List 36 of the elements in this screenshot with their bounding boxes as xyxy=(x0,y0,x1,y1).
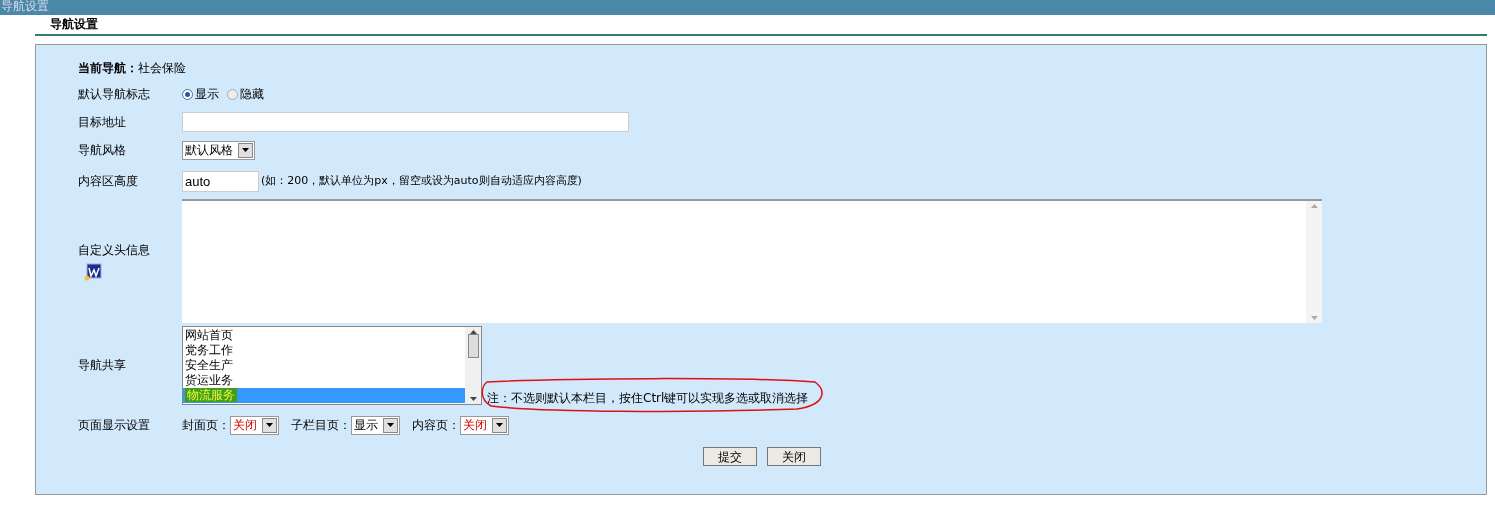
top-bar: 导航设置 xyxy=(0,0,1495,15)
radio-option[interactable]: 显示 xyxy=(182,85,219,103)
scroll-down-icon[interactable] xyxy=(469,396,477,401)
list-option[interactable]: 党务工作 xyxy=(183,342,465,358)
scrollbar[interactable] xyxy=(465,326,481,404)
form-button[interactable]: 关闭 xyxy=(767,447,821,466)
editor-icon[interactable] xyxy=(84,263,102,281)
field-label: 导航共享 xyxy=(78,357,127,374)
radio-button[interactable] xyxy=(182,88,193,100)
dropdown-select[interactable]: 关闭 xyxy=(460,415,509,435)
share-listbox[interactable]: 网站首页 党务工作 安全生产 货运业务 物流服务 xyxy=(182,325,482,405)
list-option[interactable]: 安全生产 xyxy=(183,357,465,373)
content-height-field[interactable]: auto xyxy=(182,170,259,192)
hint-text: (如：200，默认单位为px，留空或设为auto则自动适应内容高度) xyxy=(261,172,582,189)
dropdown-select[interactable]: 默认风格 xyxy=(182,140,255,160)
select-label: 内容页： xyxy=(412,417,460,434)
section-title: 导航设置 xyxy=(50,16,98,33)
scroll-thumb[interactable] xyxy=(467,333,479,358)
current-nav-text: 当前导航：社会保险 xyxy=(78,60,186,77)
select-label: 封面页： xyxy=(182,417,230,434)
field-label: 目标地址 xyxy=(78,114,127,131)
select-label: 子栏目页： xyxy=(291,417,351,434)
radio-button[interactable] xyxy=(227,88,238,100)
target-url-field[interactable] xyxy=(182,112,629,132)
dropdown-select[interactable]: 关闭 xyxy=(230,415,279,435)
field-label: 自定义头信息 xyxy=(78,242,151,259)
field-label: 内容区高度 xyxy=(78,173,139,190)
field-label: 导航风格 xyxy=(78,142,127,159)
radio-option[interactable]: 隐藏 xyxy=(227,85,264,103)
form-button[interactable]: 提交 xyxy=(703,447,757,466)
dropdown-select[interactable]: 显示 xyxy=(351,415,400,435)
note-text: 注：不选则默认本栏目，按住Ctrl键可以实现多选或取消选择 xyxy=(487,391,809,405)
list-option[interactable]: 网站首页 xyxy=(183,327,465,343)
field-label: 页面显示设置 xyxy=(78,417,151,434)
list-option[interactable]: 货运业务 xyxy=(183,372,465,388)
field-label: 默认导航标志 xyxy=(78,86,151,103)
